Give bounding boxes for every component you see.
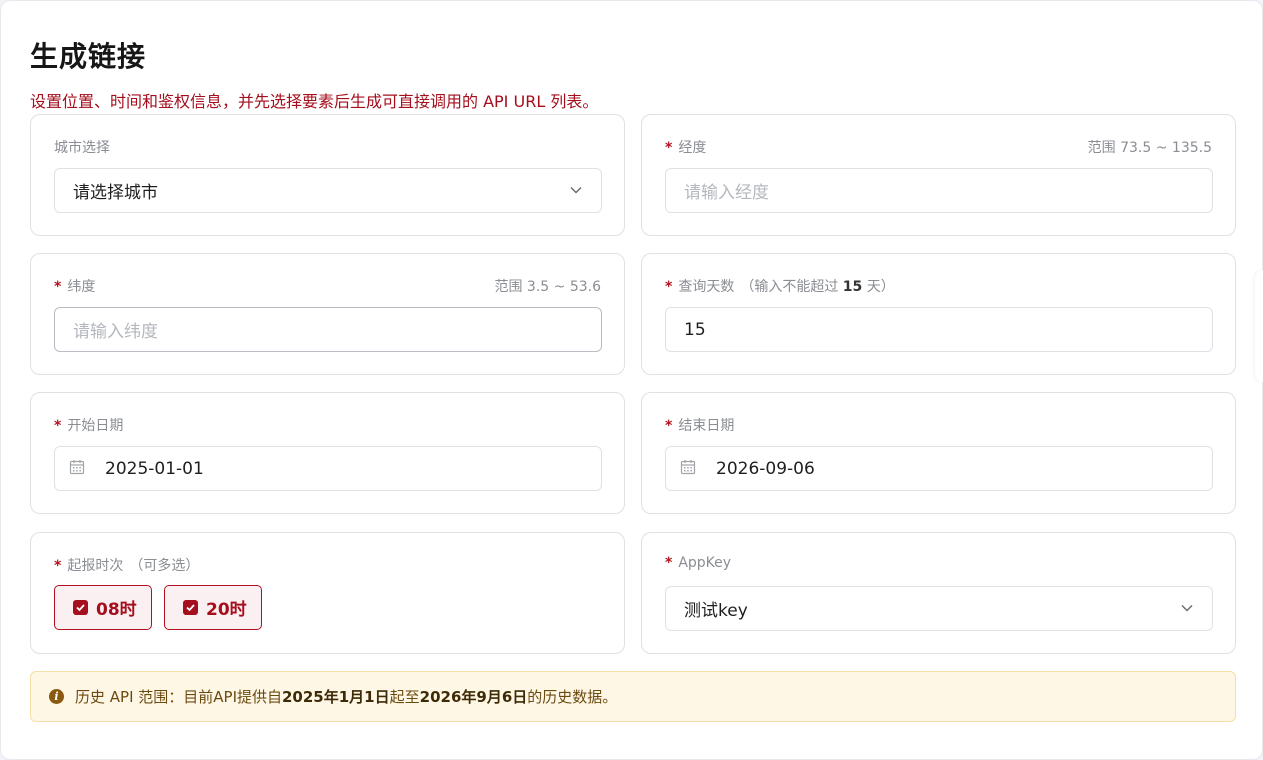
end-date-card: * 结束日期 2026-09-06: [641, 392, 1236, 514]
start-date-card: * 开始日期 2025-01-01: [30, 392, 625, 514]
report-time-hint: （可多选）: [129, 558, 200, 574]
required-mark: *: [54, 279, 62, 295]
report-time-option-08[interactable]: 08时: [54, 585, 152, 630]
notice-end-date: 2026年9月6日: [419, 688, 528, 706]
days-card: * 查询天数 （输入不能超过 15 天） 15: [641, 253, 1236, 375]
required-mark: *: [665, 140, 673, 156]
longitude-range: 范围 73.5 ~ 135.5: [1087, 140, 1212, 156]
days-label: 查询天数: [678, 279, 735, 295]
city-select-value: 请选择城市: [73, 183, 158, 203]
days-value: 15: [684, 319, 706, 340]
checkbox-checked-icon: [183, 600, 198, 615]
report-time-option-label: 08时: [96, 600, 137, 620]
longitude-label: 经度: [678, 140, 707, 156]
appkey-select-value: 测试key: [684, 601, 748, 621]
days-hint: （输入不能超过 15 天）: [740, 279, 895, 295]
notice-start-date: 2025年1月1日: [282, 688, 390, 706]
appkey-label: AppKey: [678, 555, 732, 571]
latitude-label: 纬度: [67, 279, 96, 295]
end-date-picker[interactable]: 2026-09-06: [665, 446, 1213, 491]
form-panel: 生成链接 设置位置、时间和鉴权信息，并先选择要素后生成可直接调用的 API UR…: [0, 0, 1263, 760]
required-mark: *: [665, 555, 673, 571]
side-drawer-handle[interactable]: [1255, 270, 1263, 382]
start-date-picker[interactable]: 2025-01-01: [54, 446, 602, 491]
latitude-placeholder: 请输入纬度: [73, 322, 158, 342]
city-select[interactable]: 请选择城市: [54, 168, 602, 213]
latitude-input[interactable]: 请输入纬度: [54, 307, 602, 352]
city-label: 城市选择: [54, 140, 110, 156]
calendar-icon: [680, 460, 696, 475]
calendar-icon: [69, 460, 85, 475]
report-time-option-20[interactable]: 20时: [164, 585, 262, 630]
days-input[interactable]: 15: [665, 307, 1213, 352]
history-range-notice: i 历史 API 范围：目前API提供自2025年1月1日起至2026年9月6日…: [30, 671, 1236, 722]
end-date-value: 2026-09-06: [716, 458, 815, 479]
info-icon: i: [49, 689, 64, 704]
longitude-placeholder: 请输入经度: [684, 183, 769, 203]
required-mark: *: [665, 279, 673, 295]
page-title: 生成链接: [30, 40, 147, 73]
city-card: 城市选择 请选择城市: [30, 114, 625, 236]
start-date-label: 开始日期: [67, 418, 124, 434]
latitude-range: 范围 3.5 ~ 53.6: [494, 279, 601, 295]
chevron-down-icon: [570, 186, 582, 194]
chevron-down-icon: [1181, 604, 1193, 612]
start-date-value: 2025-01-01: [105, 458, 204, 479]
report-time-card: * 起报时次 （可多选） 08时 20时: [30, 532, 625, 654]
required-mark: *: [665, 418, 673, 434]
end-date-label: 结束日期: [678, 418, 735, 434]
required-mark: *: [54, 558, 62, 574]
required-mark: *: [54, 418, 62, 434]
longitude-input[interactable]: 请输入经度: [665, 168, 1213, 213]
appkey-card: * AppKey 测试key: [641, 532, 1236, 654]
report-time-option-label: 20时: [206, 600, 247, 620]
longitude-card: * 经度 范围 73.5 ~ 135.5 请输入经度: [641, 114, 1236, 236]
page-subtitle: 设置位置、时间和鉴权信息，并先选择要素后生成可直接调用的 API URL 列表。: [30, 92, 599, 111]
checkbox-checked-icon: [73, 600, 88, 615]
report-time-label: 起报时次: [67, 558, 124, 574]
appkey-select[interactable]: 测试key: [665, 586, 1213, 631]
latitude-card: * 纬度 范围 3.5 ~ 53.6 请输入纬度: [30, 253, 625, 375]
